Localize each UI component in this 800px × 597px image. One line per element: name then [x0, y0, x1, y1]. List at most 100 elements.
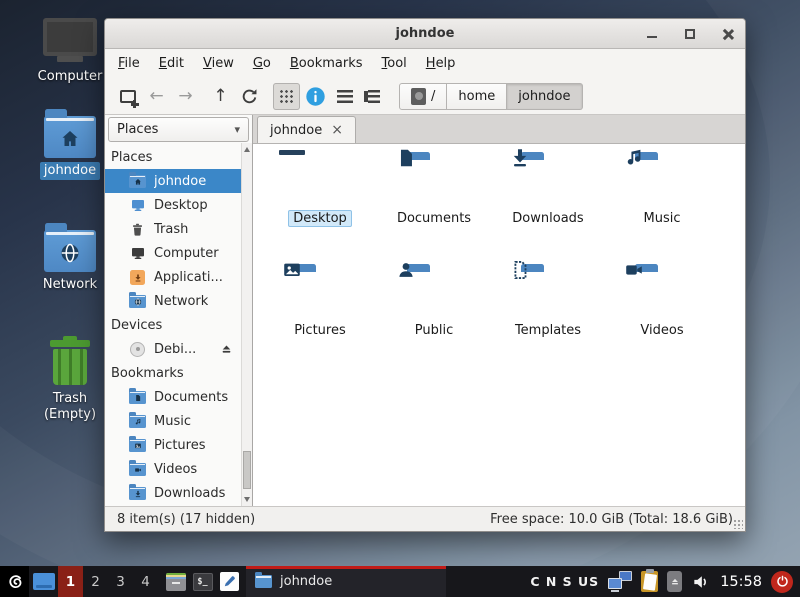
path-bar: / home johndoe	[399, 83, 583, 110]
sidebar-item-applications[interactable]: Applicati...	[105, 265, 241, 289]
folder-view: johndoe × Desktop Documents D	[253, 115, 745, 506]
sidebar-item-pictures[interactable]: Pictures	[105, 433, 241, 457]
compact-view-icon	[337, 90, 353, 103]
forward-button[interactable]: →	[172, 83, 199, 110]
desktop-icon	[129, 198, 146, 213]
maximize-button[interactable]	[683, 27, 697, 41]
minimize-button[interactable]	[645, 27, 659, 41]
file-item-documents[interactable]: Documents	[377, 158, 491, 270]
up-icon: ↑	[213, 88, 227, 105]
desktop-icon-label: Network	[39, 276, 101, 294]
home-folder-icon	[44, 116, 96, 158]
application-menu-button[interactable]	[0, 566, 29, 597]
file-manager-launcher[interactable]	[162, 566, 189, 597]
refresh-button[interactable]	[236, 83, 263, 110]
desktop-icon-label: Computer	[34, 68, 107, 86]
show-desktop-button[interactable]	[29, 566, 58, 597]
sidebar-item-desktop[interactable]: Desktop	[105, 193, 241, 217]
documents-folder-icon	[129, 391, 146, 404]
sidebar-item-network[interactable]: Network	[105, 289, 241, 313]
volume-icon[interactable]	[691, 572, 711, 592]
file-item-templates[interactable]: Templates	[491, 270, 605, 382]
menu-tool[interactable]: Tool	[382, 56, 407, 71]
eject-button[interactable]	[220, 343, 233, 356]
desktop-icon-trash[interactable]: Trash (Empty)	[24, 332, 116, 425]
taskbar: 1 2 3 4 $_ johndoe C N S US 15:58	[0, 566, 800, 597]
new-tab-button[interactable]	[114, 83, 141, 110]
file-item-music[interactable]: Music	[605, 158, 719, 270]
network-tray-icon[interactable]	[608, 571, 632, 592]
menu-file[interactable]: File	[118, 56, 140, 71]
workspace-4[interactable]: 4	[133, 566, 158, 597]
workspace-2[interactable]: 2	[83, 566, 108, 597]
scroll-up-arrow[interactable]	[244, 147, 250, 152]
terminal-launcher[interactable]: $_	[189, 566, 216, 597]
menubar: File Edit View Go Bookmarks Tool Help	[105, 49, 745, 78]
file-item-videos[interactable]: Videos	[605, 270, 719, 382]
workspace-3[interactable]: 3	[108, 566, 133, 597]
close-button[interactable]	[721, 27, 735, 41]
text-editor-launcher[interactable]	[216, 566, 243, 597]
applications-icon	[129, 270, 146, 285]
file-item-public[interactable]: Public	[377, 270, 491, 382]
tab-johndoe[interactable]: johndoe ×	[257, 116, 356, 143]
removable-media-tray-icon[interactable]	[667, 571, 682, 592]
sidebar-item-videos[interactable]: Videos	[105, 457, 241, 481]
tab-close-icon[interactable]: ×	[331, 123, 343, 137]
sidebar-item-downloads[interactable]: Downloads	[105, 481, 241, 505]
sidebar-header-bookmarks: Bookmarks	[105, 361, 241, 385]
grid-view-icon	[279, 89, 294, 104]
icon-view-button[interactable]	[273, 83, 300, 110]
info-button[interactable]	[302, 83, 329, 110]
show-desktop-icon	[33, 573, 55, 590]
terminal-icon: $_	[193, 573, 213, 591]
free-space-status: Free space: 10.0 GiB (Total: 18.6 GiB)	[490, 512, 733, 527]
resize-grip[interactable]	[733, 519, 743, 529]
task-button-johndoe[interactable]: johndoe	[246, 566, 446, 597]
clock[interactable]: 15:58	[720, 574, 762, 590]
videos-folder-icon	[129, 463, 146, 476]
scrollbar-thumb[interactable]	[243, 451, 251, 489]
new-tab-icon	[120, 90, 136, 103]
workspace-1[interactable]: 1	[58, 566, 83, 597]
path-johndoe-button[interactable]: johndoe	[507, 83, 582, 110]
desktop-icon-network[interactable]: Network	[24, 222, 116, 294]
menu-go[interactable]: Go	[253, 56, 271, 71]
back-button[interactable]: ←	[143, 83, 170, 110]
path-home-button[interactable]: home	[447, 83, 507, 110]
scroll-down-arrow[interactable]	[244, 497, 250, 502]
places-dropdown-label: Places	[117, 122, 158, 137]
sidebar-item-music[interactable]: Music	[105, 409, 241, 433]
sidebar-item-trash[interactable]: Trash	[105, 217, 241, 241]
keyboard-layout-indicator[interactable]: C N S US	[530, 574, 599, 589]
menu-edit[interactable]: Edit	[159, 56, 184, 71]
sidebar-scrollbar[interactable]	[241, 143, 252, 506]
desktop-icon-computer[interactable]: Computer	[24, 18, 116, 86]
places-dropdown[interactable]: Places ▾	[108, 117, 249, 142]
titlebar[interactable]: johndoe	[105, 19, 745, 49]
desktop-icon-johndoe[interactable]: johndoe	[24, 108, 116, 180]
sidebar-item-documents[interactable]: Documents	[105, 385, 241, 409]
home-folder-icon	[129, 175, 146, 188]
up-button[interactable]: ↑	[207, 83, 234, 110]
trash-icon	[50, 336, 90, 386]
file-item-desktop[interactable]: Desktop	[263, 158, 377, 270]
file-item-pictures[interactable]: Pictures	[263, 270, 377, 382]
menu-view[interactable]: View	[203, 56, 234, 71]
disc-icon	[129, 342, 146, 357]
detailed-view-button[interactable]	[360, 83, 387, 110]
sidebar-header-places: Places	[105, 145, 241, 169]
file-item-downloads[interactable]: Downloads	[491, 158, 605, 270]
sidebar-item-johndoe[interactable]: johndoe	[105, 169, 241, 193]
clipboard-tray-icon[interactable]	[641, 571, 658, 592]
sidebar-item-computer[interactable]: Computer	[105, 241, 241, 265]
compact-view-button[interactable]	[331, 83, 358, 110]
desktop-icon-label: Trash (Empty)	[35, 390, 105, 425]
menu-help[interactable]: Help	[426, 56, 456, 71]
item-count-status: 8 item(s) (17 hidden)	[117, 512, 490, 527]
power-button[interactable]	[771, 571, 793, 593]
path-root-button[interactable]: /	[399, 83, 447, 110]
sidebar-item-debian-volume[interactable]: Debi...	[105, 337, 241, 361]
file-manager-window: johndoe File Edit View Go Bookmarks Tool…	[104, 18, 746, 532]
menu-bookmarks[interactable]: Bookmarks	[290, 56, 363, 71]
